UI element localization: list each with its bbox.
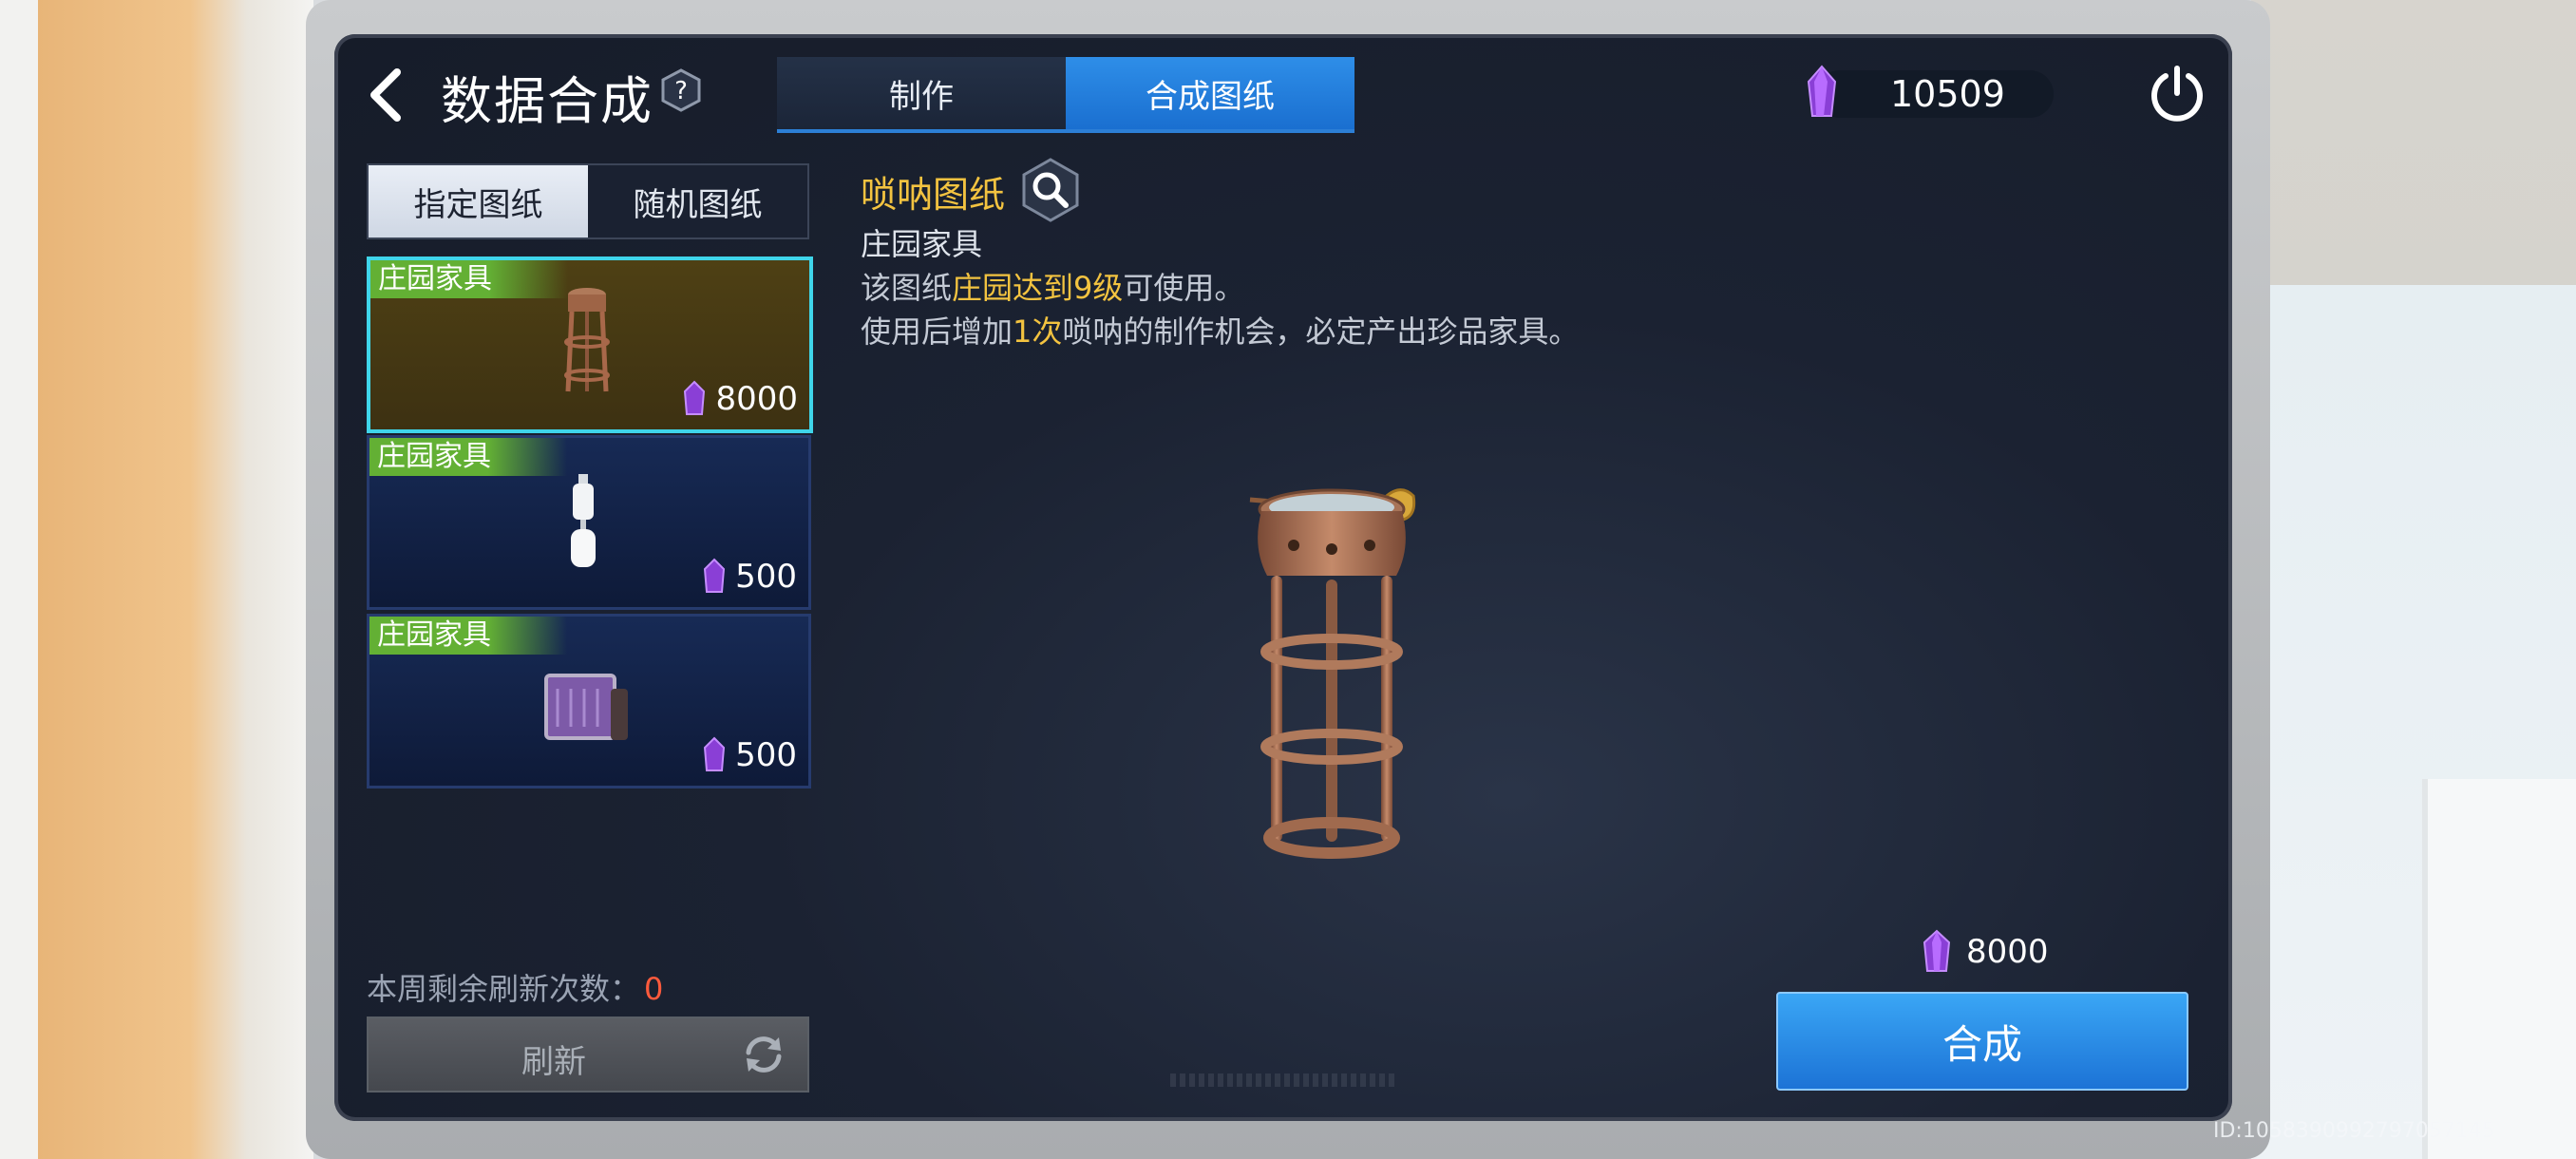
tab-synthesis-blueprint[interactable]: 合成图纸 [1066, 57, 1354, 129]
blueprint-effect: 使用后增加1次唢呐的制作机会，必定产出珍品家具。 [861, 308, 1579, 352]
tab-random-blueprint[interactable]: 随机图纸 [588, 165, 807, 238]
blueprint-category: 庄园家具 [861, 226, 983, 262]
refresh-icon [746, 1036, 782, 1073]
white-lamp-icon [571, 474, 596, 567]
purple-crystal-icon [704, 736, 726, 771]
blueprint-requirement: 该图纸庄园达到9级可使用。 [861, 264, 1244, 308]
requirement-text: 该图纸 [861, 270, 953, 306]
requirement-text-end: 可使用。 [1123, 270, 1245, 306]
data-synthesis-panel: 数据合成 ? 制作 合成图纸 10509 指定图纸 随机图纸 庄园家具 8000… [334, 34, 2232, 1121]
refresh-button[interactable]: 刷新 [367, 1016, 809, 1092]
refresh-button-label: 刷新 [521, 1043, 586, 1081]
help-icon[interactable]: ? [659, 68, 703, 112]
tab-craft[interactable]: 制作 [777, 57, 1066, 129]
card-tag: 庄园家具 [369, 617, 567, 655]
effect-text: 使用后增加 [861, 314, 1013, 350]
card-tag: 庄园家具 [370, 260, 568, 298]
card-price: 500 [701, 558, 797, 596]
blueprint-card-suona[interactable]: 庄园家具 8000 [367, 256, 813, 433]
refresh-remaining-label: 本周剩余刷新次数： [367, 971, 641, 1007]
blueprint-name: 唢呐图纸 [861, 174, 1006, 216]
requirement-highlight: 庄园达到9级 [952, 270, 1124, 306]
card-price-value: 500 [735, 558, 797, 596]
refresh-remaining-count: 0 [644, 971, 664, 1007]
synthesis-cost: 8000 [1921, 929, 2049, 975]
magnify-search-icon[interactable] [1018, 158, 1083, 222]
purple-crystal-icon [1807, 65, 1837, 117]
purple-crystal-icon [704, 558, 726, 593]
purple-crystal-icon [1923, 929, 1951, 972]
currency-display: 10509 [1807, 65, 2054, 118]
decorative-strip [1170, 1074, 1398, 1087]
blueprint-card-lamp[interactable]: 庄园家具 500 [367, 435, 811, 610]
effect-text-end: 唢呐的制作机会，必定产出珍品家具。 [1062, 314, 1580, 350]
purple-box-icon [544, 674, 628, 740]
compose-button[interactable]: 合成 [1776, 992, 2188, 1091]
page-title: 数据合成 [441, 71, 653, 131]
currency-amount: 10509 [1890, 73, 2005, 115]
power-icon[interactable] [2147, 63, 2207, 124]
user-id-watermark: ID:1058390992797057145 [2213, 1119, 2495, 1143]
suona-stool-preview [1249, 488, 1416, 859]
card-price-value: 500 [735, 736, 797, 774]
purple-crystal-icon [684, 380, 706, 415]
synthesis-cost-value: 8000 [1966, 933, 2049, 971]
background-right-wall [2422, 779, 2576, 1159]
weekly-refresh-info: 本周剩余刷新次数： 0 [367, 965, 663, 1009]
svg-text:?: ? [674, 77, 688, 105]
blueprint-card-box[interactable]: 庄园家具 500 [367, 614, 811, 788]
card-tag: 庄园家具 [369, 438, 567, 476]
effect-highlight: 1次 [1013, 314, 1063, 350]
top-tabs: 制作 合成图纸 [777, 57, 1354, 133]
card-price: 8000 [681, 380, 798, 418]
card-price-value: 8000 [715, 380, 798, 418]
tab-specified-blueprint[interactable]: 指定图纸 [369, 165, 588, 238]
blueprint-type-tabs: 指定图纸 随机图纸 [367, 163, 809, 239]
back-arrow-icon[interactable] [367, 66, 405, 124]
suona-stool-icon [564, 288, 610, 392]
background-left [0, 0, 313, 1159]
card-price: 500 [701, 736, 797, 774]
